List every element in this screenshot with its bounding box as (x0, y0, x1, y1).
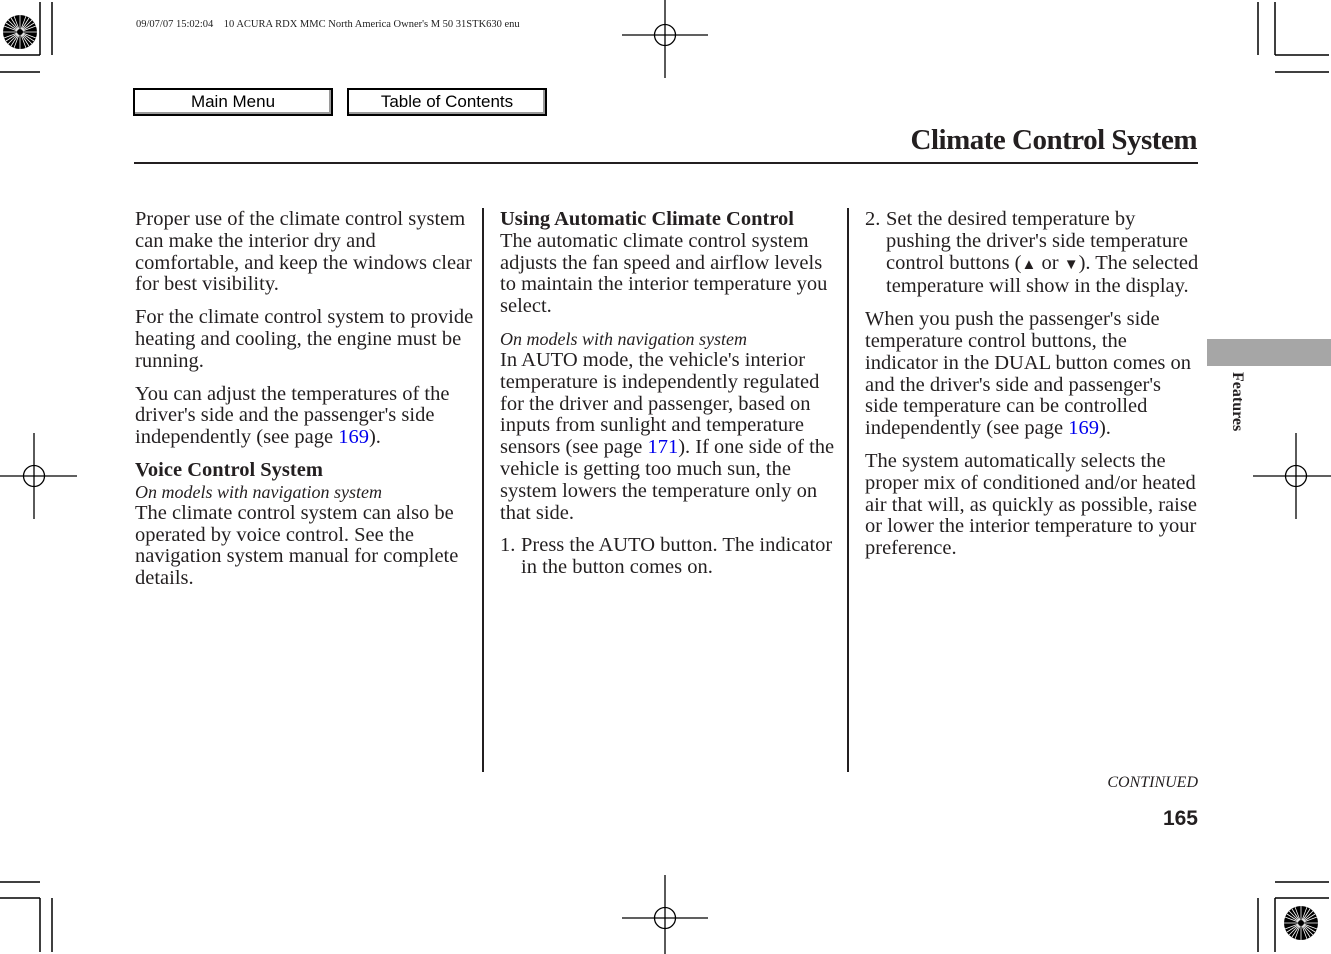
step-1: 1. Press the AUTO button. The indicator … (500, 535, 840, 579)
section-tab-marker (1207, 339, 1331, 366)
step-text: Press the AUTO button. The indicator in … (521, 534, 833, 579)
voice-control-paragraph: The climate control system can also be o… (135, 501, 459, 590)
page-number: 165 (1162, 807, 1198, 830)
dual-temp-paragraph: You can adjust the temperatures of the d… (135, 382, 450, 449)
dual-mode-paragraph: When you push the passenger's side tempe… (865, 308, 1192, 440)
column-divider (482, 208, 484, 772)
continued-label: CONTINUED (1107, 774, 1198, 791)
page-link-169[interactable]: 169 (1068, 417, 1099, 439)
model-condition-note: On models with navigation system (135, 481, 382, 502)
auto-mode-paragraph: In AUTO mode, the vehicle's interior tem… (500, 348, 835, 524)
step-number: 2. (865, 208, 881, 230)
step-number: 1. (500, 534, 516, 557)
page-link-171[interactable]: 171 (647, 436, 678, 458)
starburst-mark-bottom-right (1283, 905, 1319, 941)
page-link-169[interactable]: 169 (338, 426, 369, 448)
main-menu-button[interactable]: Main Menu (133, 88, 333, 116)
up-arrow-icon: ▲ (1021, 256, 1037, 273)
engine-paragraph: For the climate control system to provid… (135, 306, 474, 372)
column-2: Using Automatic Climate Control The auto… (500, 208, 840, 590)
intro-paragraph: Proper use of the climate control system… (135, 208, 472, 296)
auto-climate-heading: Using Automatic Climate Control (500, 208, 795, 230)
section-label: Features (1229, 372, 1246, 432)
model-condition-note: On models with navigation system (500, 328, 747, 349)
column-3: 2. Set the desired temperature by pushin… (865, 208, 1199, 571)
crosshair-mark-right (1252, 432, 1331, 520)
crosshair-mark-bottom (621, 874, 709, 954)
column-divider (847, 208, 849, 772)
page-title: Climate Control System (910, 124, 1198, 156)
crosshair-mark-top (621, 0, 709, 79)
down-arrow-icon: ▼ (1063, 256, 1079, 273)
step-2: 2. Set the desired temperature by pushin… (865, 208, 1199, 298)
auto-climate-intro: The automatic climate control system adj… (500, 229, 828, 318)
print-job-header: 09/07/07 15:02:04 10 ACURA RDX MMC North… (136, 19, 520, 30)
title-underline (134, 162, 1198, 164)
starburst-mark-top-left (2, 14, 38, 50)
step-text: Set the desired temperature by pushing t… (886, 208, 1199, 298)
voice-control-heading: Voice Control System (135, 458, 323, 481)
air-mix-paragraph: The system automatically selects the pro… (865, 449, 1197, 560)
column-1: Proper use of the climate control system… (135, 208, 475, 601)
crosshair-mark-left (0, 432, 78, 520)
table-of-contents-button[interactable]: Table of Contents (347, 88, 547, 116)
